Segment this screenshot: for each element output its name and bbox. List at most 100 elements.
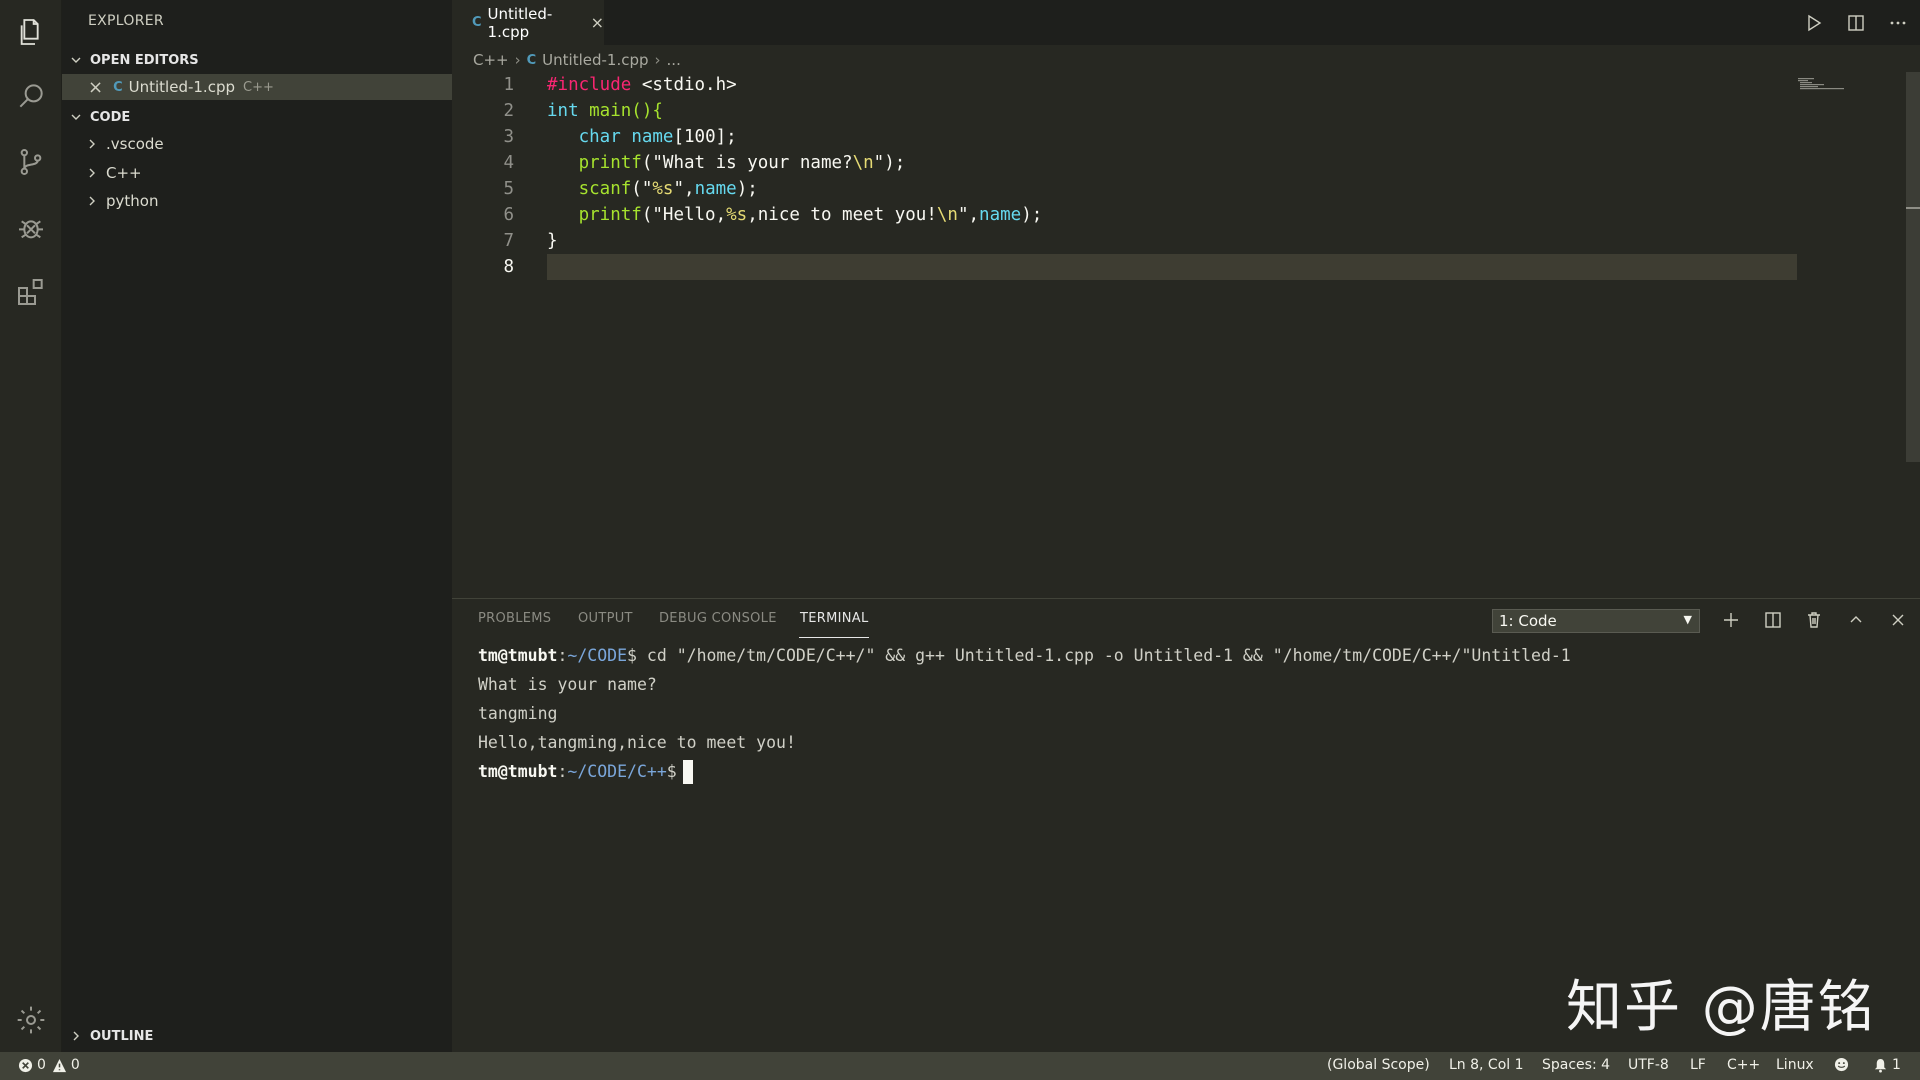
code-editor[interactable]: 1 #include <stdio.h> 2 int main(){ 3 cha… bbox=[452, 72, 1920, 598]
folder-label: python bbox=[106, 192, 159, 210]
scroll-marker bbox=[1906, 207, 1920, 209]
current-line-highlight bbox=[547, 254, 1797, 280]
close-icon[interactable]: × bbox=[88, 77, 103, 98]
code-token: " bbox=[641, 179, 653, 199]
split-editor-icon[interactable] bbox=[1844, 11, 1868, 35]
explorer-icon[interactable] bbox=[15, 16, 47, 48]
open-editor-item[interactable]: × C Untitled-1.cpp C++ bbox=[62, 74, 452, 100]
warning-icon bbox=[52, 1058, 66, 1072]
code-token: ,nice to meet you! bbox=[747, 205, 937, 225]
code-line: 4 printf("What is your name?\n"); bbox=[452, 150, 1920, 176]
code-token: name bbox=[694, 179, 737, 199]
code-line: 2 int main(){ bbox=[452, 98, 1920, 124]
run-icon[interactable] bbox=[1802, 11, 1826, 35]
line-number: 4 bbox=[503, 153, 514, 173]
tab-debug-console[interactable]: DEBUG CONSOLE bbox=[659, 611, 777, 626]
code-token: scanf bbox=[578, 179, 632, 199]
code-token: #include bbox=[547, 75, 632, 95]
terminal-line: tm@tmubt:~/CODE$ cd "/home/tm/CODE/C++/"… bbox=[478, 644, 1571, 668]
scope-status[interactable]: (Global Scope) bbox=[1327, 1057, 1430, 1073]
indentation-status[interactable]: Spaces: 4 bbox=[1542, 1057, 1610, 1073]
code-token: ( bbox=[631, 179, 642, 199]
more-actions-icon[interactable] bbox=[1886, 11, 1910, 35]
cursor-position-status[interactable]: Ln 8, Col 1 bbox=[1449, 1057, 1524, 1073]
chevron-down-icon bbox=[68, 109, 84, 125]
bell-icon bbox=[1874, 1058, 1887, 1073]
notifications-status[interactable]: 1 bbox=[1873, 1057, 1901, 1073]
tab-untitled-1[interactable]: C Untitled-1.cpp × bbox=[452, 0, 604, 45]
code-token: \n bbox=[936, 205, 958, 225]
feedback-smiley-icon[interactable] bbox=[1834, 1057, 1853, 1072]
line-number: 8 bbox=[503, 257, 514, 277]
editor-scrollbar[interactable] bbox=[1906, 72, 1920, 462]
chevron-right-icon bbox=[84, 193, 100, 209]
extensions-icon[interactable] bbox=[15, 276, 47, 308]
activity-bar bbox=[0, 0, 62, 1052]
code-token: [100]; bbox=[673, 127, 737, 147]
folder-vscode[interactable]: .vscode bbox=[62, 131, 452, 157]
breadcrumb-folder[interactable]: C++ bbox=[473, 51, 509, 69]
code-token: %s bbox=[652, 179, 674, 199]
tab-label: Untitled-1.cpp bbox=[487, 4, 553, 41]
terminal-path: ~/CODE bbox=[567, 646, 628, 665]
folder-label: C++ bbox=[106, 164, 142, 182]
language-status[interactable]: C++ bbox=[1727, 1057, 1760, 1073]
code-token: printf bbox=[578, 153, 642, 173]
eol-status[interactable]: LF bbox=[1690, 1057, 1706, 1073]
minimap[interactable] bbox=[1798, 76, 1848, 90]
debug-icon[interactable] bbox=[15, 212, 47, 244]
code-token: ); bbox=[884, 153, 906, 173]
explorer-sidebar: EXPLORER OPEN EDITORS × C Untitled-1.cpp… bbox=[62, 0, 452, 1052]
code-token: , bbox=[684, 179, 695, 199]
tab-output[interactable]: OUTPUT bbox=[578, 611, 633, 626]
terminal-user: tm@tmubt bbox=[478, 762, 558, 781]
problems-status[interactable]: 0 0 bbox=[18, 1057, 80, 1073]
code-token: , bbox=[968, 205, 980, 225]
terminal-select-value: 1: Code bbox=[1499, 612, 1557, 630]
tab-problems[interactable]: PROBLEMS bbox=[478, 611, 551, 626]
close-panel-icon[interactable] bbox=[1887, 609, 1909, 631]
terminal-line: tm@tmubt:~/CODE/C++$ bbox=[478, 760, 693, 784]
code-token: printf bbox=[578, 205, 642, 225]
split-terminal-icon[interactable] bbox=[1762, 609, 1784, 631]
code-token: "Hello, bbox=[652, 205, 727, 225]
breadcrumb-symbols[interactable]: ... bbox=[667, 51, 681, 69]
code-token: } bbox=[547, 231, 558, 251]
error-icon bbox=[18, 1058, 33, 1072]
terminal-colon: : bbox=[557, 646, 568, 665]
line-number: 5 bbox=[503, 179, 514, 199]
terminal-line: What is your name? bbox=[478, 675, 657, 694]
trash-icon[interactable] bbox=[1803, 609, 1825, 631]
os-status[interactable]: Linux bbox=[1776, 1057, 1814, 1073]
folder-code-header[interactable]: CODE bbox=[62, 104, 452, 130]
source-control-icon[interactable] bbox=[15, 146, 47, 178]
folder-cpp[interactable]: C++ bbox=[62, 160, 452, 186]
watermark: 知乎 @唐铭 bbox=[1566, 975, 1876, 1040]
search-icon[interactable] bbox=[15, 80, 47, 112]
terminal-line: tangming bbox=[478, 704, 558, 723]
chevron-down-icon bbox=[68, 52, 84, 68]
encoding-status[interactable]: UTF-8 bbox=[1628, 1057, 1669, 1073]
cpp-file-icon: C bbox=[526, 52, 537, 68]
chevron-right-icon: › bbox=[654, 51, 661, 69]
open-editors-header[interactable]: OPEN EDITORS bbox=[62, 47, 452, 73]
code-token: name bbox=[631, 127, 674, 147]
breadcrumb-file[interactable]: Untitled-1.cpp bbox=[542, 51, 648, 69]
tab-close-icon[interactable]: × bbox=[591, 13, 604, 32]
outline-header[interactable]: OUTLINE bbox=[62, 1023, 452, 1049]
line-number: 3 bbox=[503, 127, 514, 147]
open-editors-label: OPEN EDITORS bbox=[90, 52, 199, 68]
cpp-file-icon: C bbox=[472, 15, 482, 30]
terminal-select[interactable]: 1: Code ▼ bbox=[1492, 609, 1700, 633]
tab-terminal[interactable]: TERMINAL bbox=[800, 611, 869, 626]
terminal-prompt: $ bbox=[666, 762, 677, 781]
terminal-command: $ cd "/home/tm/CODE/C++/" && g++ Untitle… bbox=[627, 646, 1571, 665]
error-count: 0 bbox=[37, 1057, 46, 1073]
status-bar: 0 0 (Global Scope) Ln 8, Col 1 Spaces: 4… bbox=[0, 1052, 1920, 1080]
folder-python[interactable]: python bbox=[62, 188, 452, 214]
settings-gear-icon[interactable] bbox=[15, 1004, 47, 1036]
new-terminal-icon[interactable] bbox=[1720, 609, 1742, 631]
maximize-panel-icon[interactable] bbox=[1845, 609, 1867, 631]
